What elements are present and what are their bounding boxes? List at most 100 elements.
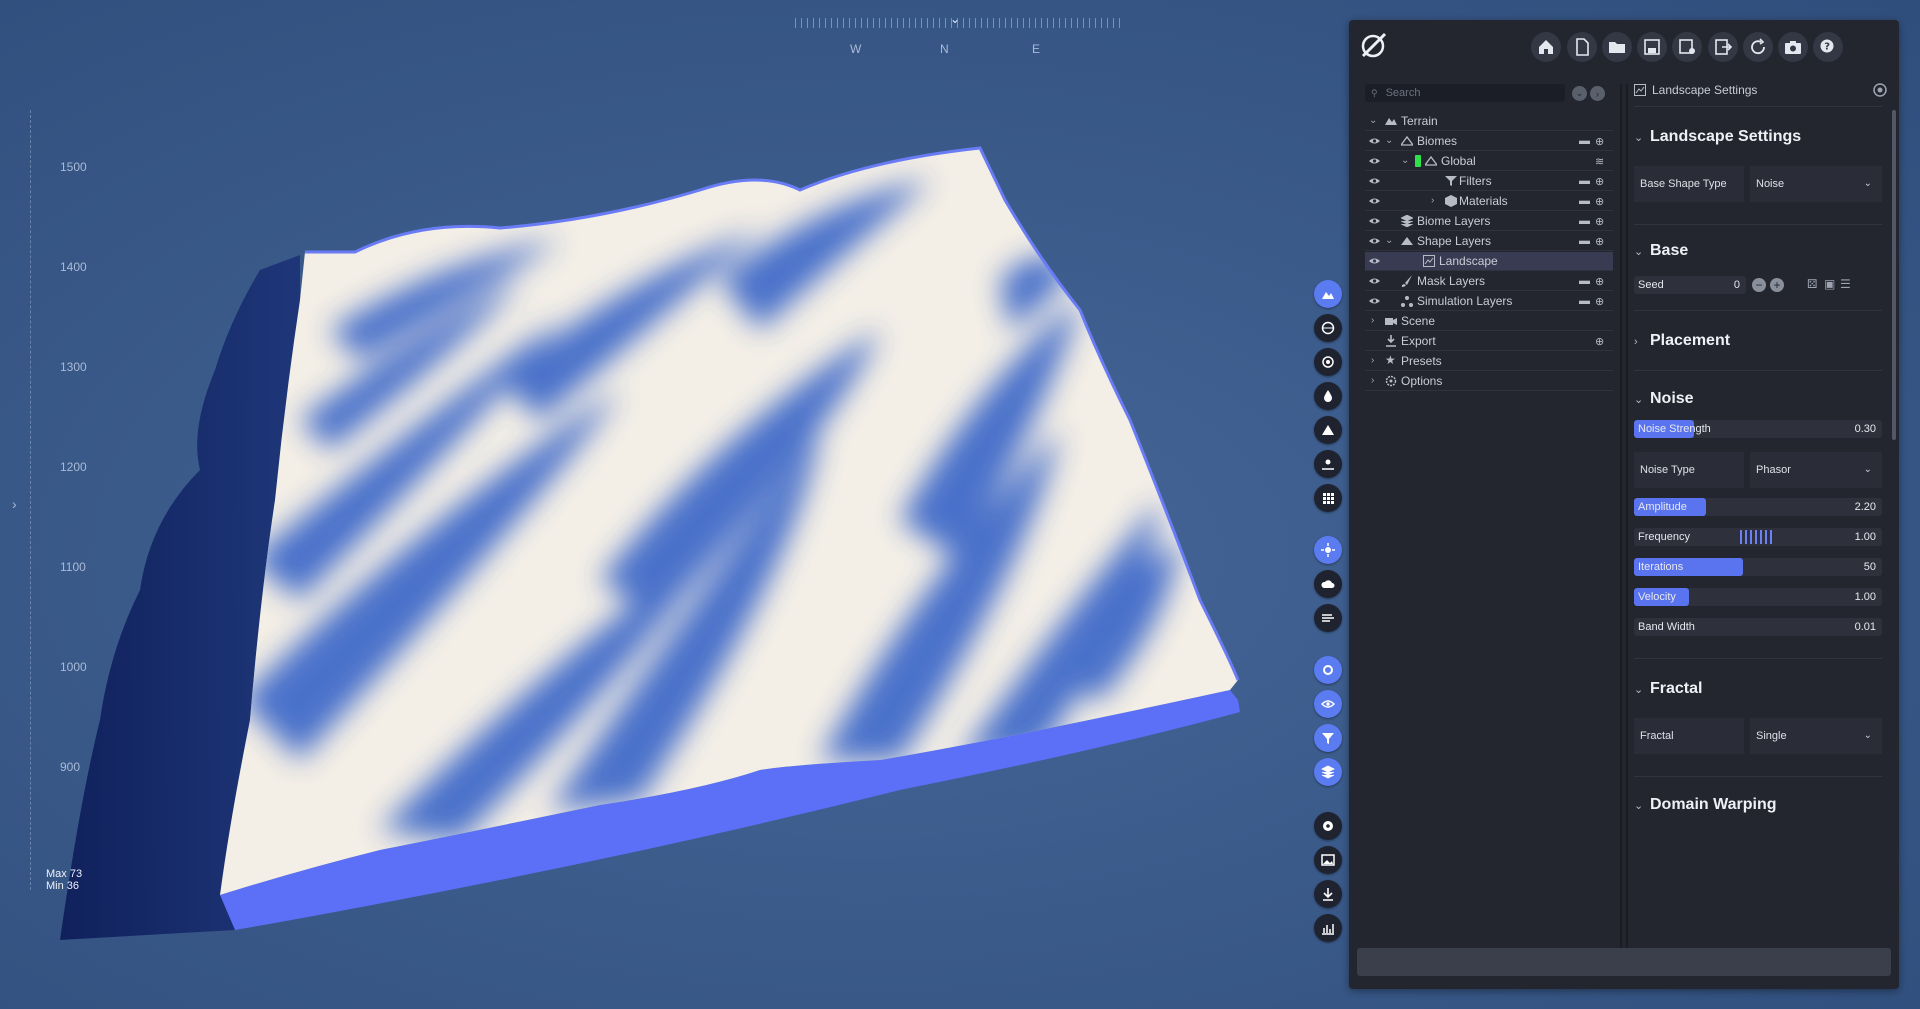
panel-splitter[interactable] <box>1620 84 1622 954</box>
base-shape-type-select[interactable]: Noise ⌄ <box>1750 166 1882 202</box>
dice-icon[interactable]: ⚄ <box>1807 277 1817 291</box>
eye-icon[interactable] <box>1369 216 1380 226</box>
plus-icon[interactable]: + <box>1770 278 1784 292</box>
section-landscape-settings[interactable]: ⌄ Landscape Settings <box>1634 128 1801 146</box>
folder-icon[interactable]: ▬ <box>1579 215 1591 227</box>
globe-icon[interactable] <box>1314 314 1342 342</box>
terrain-render[interactable] <box>0 0 1320 1009</box>
chevron-down-icon[interactable]: ⌄ <box>1385 135 1393 146</box>
tree-item-simulation-layers[interactable]: Simulation Layers ▬ ⊕ <box>1365 292 1613 311</box>
tree-item-export[interactable]: Export ⊕ <box>1365 332 1613 351</box>
tree-item-scene[interactable]: › Scene <box>1365 312 1613 331</box>
tree-item-landscape[interactable]: Landscape <box>1365 252 1613 271</box>
settings-scrollbar[interactable] <box>1892 110 1896 440</box>
amplitude-slider[interactable]: Amplitude 2.20 <box>1634 498 1882 516</box>
sun-icon[interactable] <box>1314 536 1342 564</box>
folder-icon[interactable]: ▬ <box>1579 175 1591 187</box>
tree-item-shape-layers[interactable]: ⌄ Shape Layers ▬ ⊕ <box>1365 232 1613 251</box>
tree-item-terrain[interactable]: ⌄ Terrain <box>1365 112 1613 131</box>
search-input[interactable]: ⚲ Search <box>1365 84 1565 102</box>
mountain-icon[interactable] <box>1314 416 1342 444</box>
settings-icon[interactable] <box>1314 656 1342 684</box>
panel-splitter[interactable] <box>1626 84 1628 954</box>
help-icon[interactable]: ? <box>1813 32 1843 62</box>
layers-icon[interactable] <box>1314 758 1342 786</box>
frequency-handle[interactable] <box>1740 530 1772 544</box>
cloud-icon[interactable] <box>1314 570 1342 598</box>
target-icon[interactable] <box>1873 83 1887 97</box>
add-icon[interactable]: ⊕ <box>1595 235 1607 248</box>
section-domain-warping[interactable]: ⌄ Domain Warping <box>1634 796 1777 814</box>
new-file-icon[interactable] <box>1567 32 1597 62</box>
add-icon[interactable]: ⊕ <box>1595 275 1607 288</box>
add-icon[interactable]: ⊕ <box>1595 335 1607 348</box>
folder-icon[interactable]: ▬ <box>1579 295 1591 307</box>
add-icon[interactable]: ⊕ <box>1595 175 1607 188</box>
color-swatch[interactable] <box>1415 155 1421 167</box>
eye-icon[interactable] <box>1369 236 1380 246</box>
tree-item-mask-layers[interactable]: Mask Layers ▬ ⊕ <box>1365 272 1613 291</box>
folder-icon[interactable]: ▬ <box>1579 195 1591 207</box>
camera-icon[interactable] <box>1314 348 1342 376</box>
folder-icon[interactable]: ▬ <box>1579 135 1591 147</box>
tree-item-biomes[interactable]: ⌄ Biomes ▬ ⊕ <box>1365 132 1613 151</box>
home-icon[interactable] <box>1531 32 1561 62</box>
chevron-right-icon[interactable]: › <box>1431 195 1434 206</box>
image-icon[interactable] <box>1314 846 1342 874</box>
chevron-down-icon[interactable]: ⌄ <box>1369 115 1377 126</box>
tree-item-filters[interactable]: Filters ▬ ⊕ <box>1365 172 1613 191</box>
terrain-icon[interactable] <box>1314 280 1342 308</box>
save-icon[interactable] <box>1637 32 1667 62</box>
layers-icon[interactable]: ≋ <box>1595 155 1607 168</box>
expand-left-chevron-icon[interactable]: › <box>12 496 17 512</box>
grid-icon[interactable] <box>1314 484 1342 512</box>
section-noise[interactable]: ⌄ Noise <box>1634 390 1694 408</box>
section-fractal[interactable]: ⌄ Fractal <box>1634 680 1702 698</box>
water-icon[interactable] <box>1314 382 1342 410</box>
frequency-slider[interactable]: Frequency 1.00 <box>1634 528 1882 546</box>
fractal-select[interactable]: Single ⌄ <box>1750 718 1882 754</box>
add-icon[interactable]: ⊕ <box>1595 135 1607 148</box>
compass[interactable]: ⌄ W N E <box>795 12 1125 56</box>
stats-icon[interactable] <box>1314 914 1342 942</box>
minus-icon[interactable]: − <box>1752 278 1766 292</box>
record-icon[interactable] <box>1314 812 1342 840</box>
add-icon[interactable]: ⊕ <box>1595 215 1607 228</box>
folder-icon[interactable]: ▬ <box>1579 235 1591 247</box>
collapse-all-icon[interactable]: ⌄ <box>1572 86 1587 101</box>
chevron-down-icon[interactable]: ⌄ <box>1385 235 1393 246</box>
tree-item-materials[interactable]: › Materials ▬ ⊕ <box>1365 192 1613 211</box>
expand-all-icon[interactable]: › <box>1590 86 1605 101</box>
chevron-right-icon[interactable]: › <box>1371 355 1374 366</box>
lock-icon[interactable]: ▣ <box>1824 277 1835 291</box>
screenshot-icon[interactable] <box>1778 32 1808 62</box>
add-icon[interactable]: ⊕ <box>1595 195 1607 208</box>
export-icon[interactable] <box>1708 32 1738 62</box>
velocity-slider[interactable]: Velocity 1.00 <box>1634 588 1882 606</box>
scene-icon[interactable] <box>1314 450 1342 478</box>
folder-icon[interactable]: ▬ <box>1579 275 1591 287</box>
tree-item-presets[interactable]: › ★ Presets <box>1365 352 1613 371</box>
eye-icon[interactable] <box>1369 196 1380 206</box>
filter-icon[interactable] <box>1314 724 1342 752</box>
noise-type-select[interactable]: Phasor ⌄ <box>1750 452 1882 488</box>
eye-icon[interactable] <box>1369 176 1380 186</box>
band-width-slider[interactable]: Band Width 0.01 <box>1634 618 1882 636</box>
download-icon[interactable] <box>1314 880 1342 908</box>
tree-item-biome-layers[interactable]: Biome Layers ▬ ⊕ <box>1365 212 1613 231</box>
section-base[interactable]: ⌄ Base <box>1634 242 1688 260</box>
open-folder-icon[interactable] <box>1602 32 1632 62</box>
tree-item-options[interactable]: › Options <box>1365 372 1613 391</box>
eye-icon[interactable] <box>1369 256 1380 266</box>
wind-icon[interactable] <box>1314 604 1342 632</box>
section-placement[interactable]: › Placement <box>1634 332 1730 350</box>
noise-strength-slider[interactable]: Noise Strength 0.30 <box>1634 420 1882 438</box>
refresh-icon[interactable] <box>1743 32 1773 62</box>
iterations-slider[interactable]: Iterations 50 <box>1634 558 1882 576</box>
list-icon[interactable]: ☰ <box>1840 277 1851 291</box>
add-icon[interactable]: ⊕ <box>1595 295 1607 308</box>
eye-icon[interactable] <box>1369 136 1380 146</box>
chevron-right-icon[interactable]: › <box>1371 315 1374 326</box>
save-as-icon[interactable] <box>1672 32 1702 62</box>
seed-input[interactable]: Seed 0 <box>1634 276 1746 294</box>
